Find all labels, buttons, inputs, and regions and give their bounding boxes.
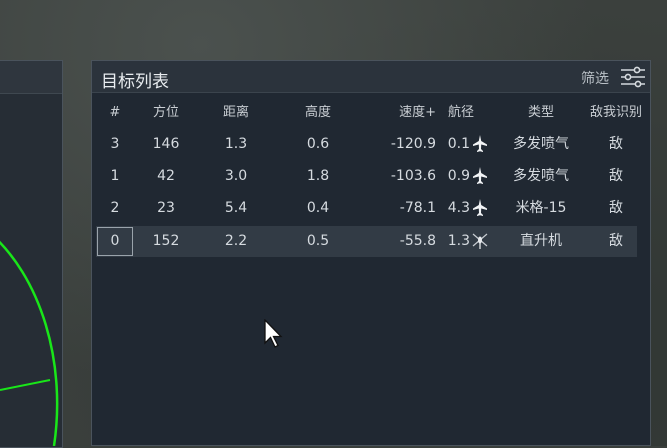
target-index: 2 [110,200,120,216]
table-row[interactable]: 2 23 5.4 0.4 -78.1 4.3 米格-15 敌 [96,193,637,224]
target-type: 多发喷气 [513,168,569,184]
table-header: # 方位 距离 高度 速度+ 航径 类型 敌我识别 [96,97,642,128]
target-bearing: 23 [157,200,175,216]
target-course: 0.9 [447,168,470,184]
col-altitude[interactable]: 高度 [288,97,348,128]
table-row-selected[interactable]: 0 152 2.2 0.5 -55.8 1.3 直升机 敌 [96,226,637,257]
target-type: 直升机 [520,233,562,249]
target-distance: 3.0 [224,168,248,184]
col-bearing[interactable]: 方位 [136,97,196,128]
table-row[interactable]: 3 146 1.3 0.6 -120.9 0.1 多发喷气 敌 [96,129,637,160]
target-distance: 1.3 [224,136,248,152]
target-iff: 敌 [609,168,623,184]
target-iff: 敌 [609,136,623,152]
filter-icon[interactable] [620,66,646,88]
target-course: 0.1 [447,136,470,152]
target-index: 3 [110,136,120,152]
target-type: 米格-15 [515,200,567,216]
jet-icon [472,129,488,160]
table-row[interactable]: 1 42 3.0 1.8 -103.6 0.9 多发喷气 敌 [96,161,637,192]
target-altitude: 0.5 [306,233,330,249]
target-course: 4.3 [447,200,470,216]
col-iff[interactable]: 敌我识别 [586,97,646,128]
target-type: 多发喷气 [513,136,569,152]
panel-title: 目标列表 [101,72,169,92]
target-altitude: 0.6 [306,136,330,152]
col-type[interactable]: 类型 [498,97,584,128]
target-list-panel: 目标列表 筛选 # 方位 距离 高度 速度+ 航径 类型 敌我识别 3 146 … [91,60,651,446]
target-index: 1 [110,168,120,184]
filter-label[interactable]: 筛选 [581,68,609,88]
target-speed: -103.6 [390,168,436,184]
target-speed: -78.1 [399,200,436,216]
target-iff: 敌 [609,200,623,216]
target-altitude: 0.4 [306,200,330,216]
target-iff: 敌 [609,233,623,249]
target-index: 0 [110,233,120,249]
target-distance: 5.4 [224,200,248,216]
target-speed: -55.8 [399,233,436,249]
panel-header: 目标列表 筛选 [92,61,650,93]
radar-scope [0,240,59,446]
target-bearing: 42 [157,168,175,184]
target-distance: 2.2 [224,233,248,249]
col-distance[interactable]: 距离 [206,97,266,128]
target-course: 1.3 [447,233,470,249]
col-course[interactable]: 航径 [448,97,488,128]
target-bearing: 146 [152,136,180,152]
target-bearing: 152 [152,233,180,249]
target-altitude: 1.8 [306,168,330,184]
helicopter-icon [472,226,488,257]
mouse-cursor-icon [264,319,283,348]
col-speed[interactable]: 速度+ [366,97,436,128]
jet-icon [472,161,488,192]
col-index[interactable]: # [100,97,130,128]
radar-panel-header [0,61,62,94]
jet-icon [472,193,488,224]
target-speed: -120.9 [390,136,436,152]
